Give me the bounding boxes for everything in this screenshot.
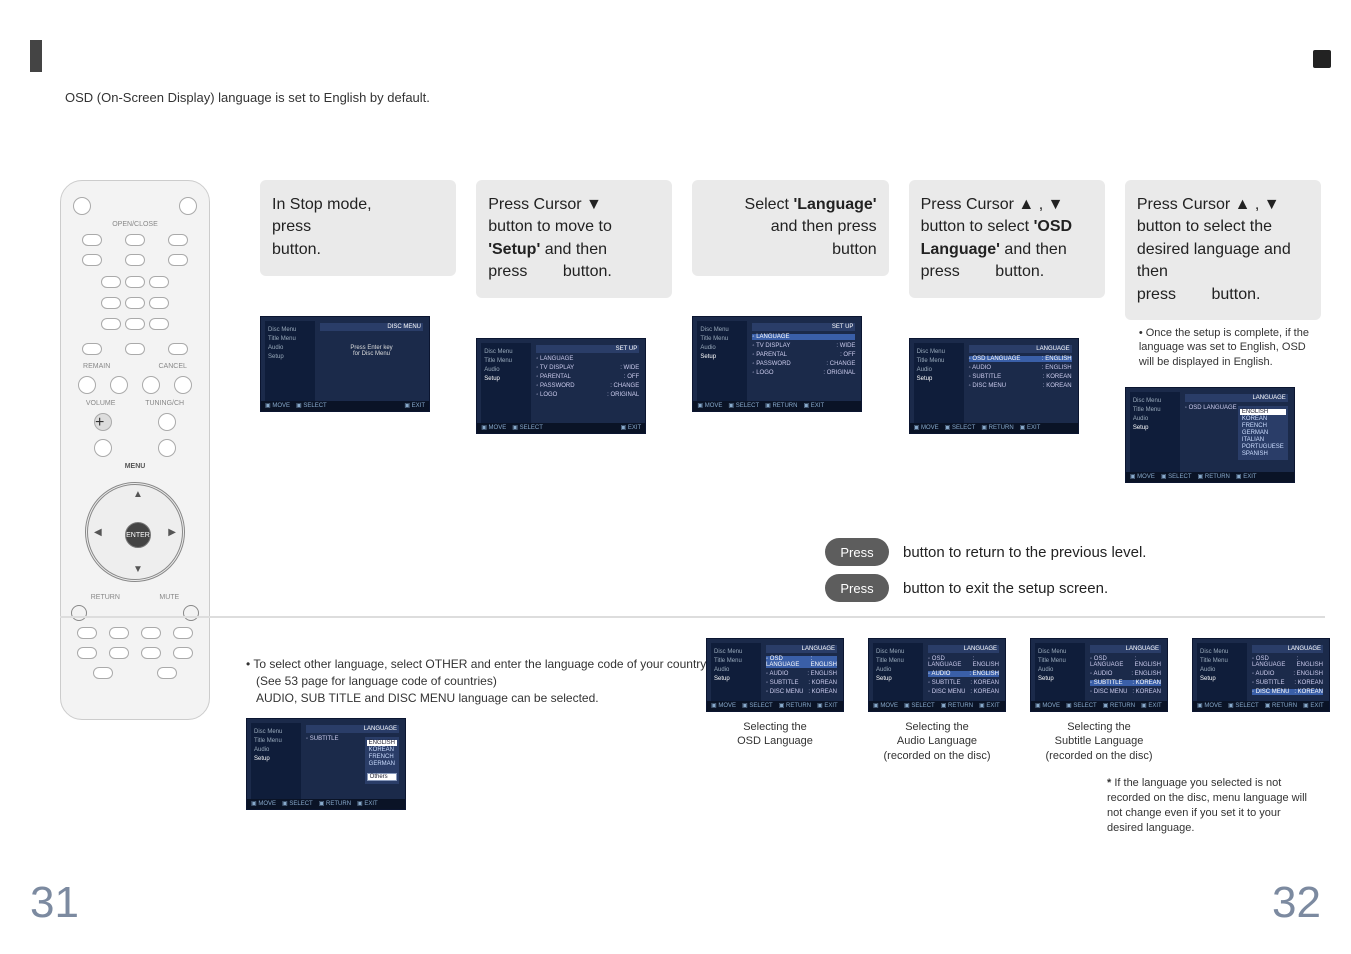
page-number-left: 31	[30, 878, 79, 928]
small-shot-discmenu: Disc MenuTitle Menu AudioSetup LANGUAGE …	[1192, 638, 1330, 763]
small-shot-audio: Disc MenuTitle Menu AudioSetup LANGUAGE …	[868, 638, 1006, 763]
press-badge-1: Press	[825, 538, 889, 566]
dpad-illustration: ▲ ▼ ◀ ▶ ENTER	[85, 482, 185, 582]
screenshot-language-select: Disc Menu Title Menu Audio Setup SET UP …	[692, 316, 862, 412]
screenshot-subtitle-options: Disc Menu Title Menu Audio Setup LANGUAG…	[246, 718, 406, 810]
step-2-text: Press Cursor ▼ button to move to 'Setup'…	[476, 180, 672, 298]
step-1-text: In Stop mode, press button.	[260, 180, 456, 276]
note-under-step5: • Once the setup is complete, if the lan…	[1125, 320, 1321, 369]
step-3-text: Select 'Language' and then press button	[692, 180, 888, 276]
screenshot-disc-menu: Disc Menu Title Menu Audio Setup DISC ME…	[260, 316, 430, 412]
intro-text: OSD (On-Screen Display) language is set …	[65, 90, 430, 105]
page-accent-right	[1313, 50, 1331, 68]
step-5-text: Press Cursor ▲ , ▼ button to select the …	[1125, 180, 1321, 320]
small-shot-subtitle: Disc MenuTitle Menu AudioSetup LANGUAGE …	[1030, 638, 1168, 763]
remote-column: OPEN/CLOSE REMAINCANCEL VOLUMETUNING/CH …	[60, 180, 230, 720]
screenshot-language-dropdown: Disc Menu Title Menu Audio Setup LANGUAG…	[1125, 387, 1295, 483]
step-1: In Stop mode, press button. Disc Menu Ti…	[250, 180, 466, 720]
press-badge-2: Press	[825, 574, 889, 602]
screenshot-osd-language: Disc Menu Title Menu Audio Setup LANGUAG…	[909, 338, 1079, 434]
small-shots-row: Disc MenuTitle Menu AudioSetup LANGUAGE …	[706, 638, 1330, 763]
page-number-right: 32	[1272, 878, 1321, 928]
callout-text-2: button to exit the setup screen.	[903, 580, 1108, 597]
remote-control-illustration: OPEN/CLOSE REMAINCANCEL VOLUMETUNING/CH …	[60, 180, 210, 720]
divider	[60, 616, 1325, 618]
step-2: Press Cursor ▼ button to move to 'Setup'…	[466, 180, 682, 720]
screenshot-setup: Disc Menu Title Menu Audio Setup SET UP …	[476, 338, 646, 434]
callout-text-1: button to return to the previous level.	[903, 544, 1146, 561]
star-note: If the language you selected is not reco…	[1107, 776, 1317, 835]
callout-section: Press button to return to the previous l…	[825, 530, 1325, 610]
small-shot-osd: Disc MenuTitle Menu AudioSetup LANGUAGE …	[706, 638, 844, 763]
step-4-text: Press Cursor ▲ , ▼ button to select 'OSD…	[909, 180, 1105, 298]
page-accent-left	[30, 40, 42, 72]
